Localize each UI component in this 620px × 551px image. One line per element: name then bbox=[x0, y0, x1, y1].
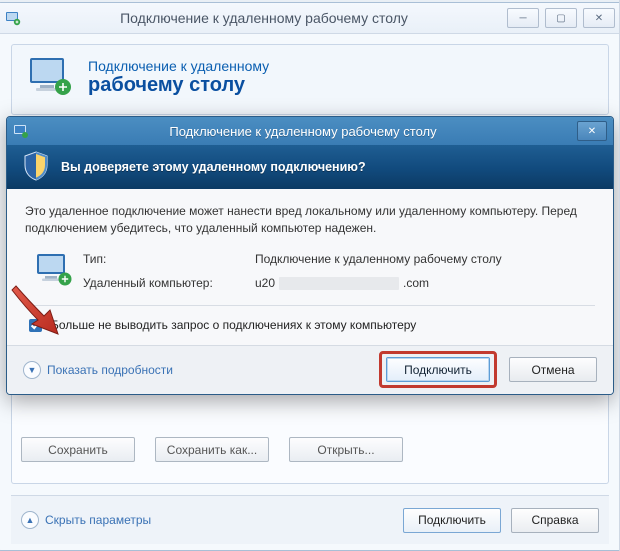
separator bbox=[25, 305, 595, 306]
maximize-button[interactable]: ▢ bbox=[545, 8, 577, 28]
dont-ask-again-checkbox[interactable] bbox=[29, 319, 42, 332]
rdc-icon bbox=[13, 123, 29, 139]
cancel-button[interactable]: Отмена bbox=[509, 357, 597, 382]
parent-file-buttons: Сохранить Сохранить как... Открыть... bbox=[21, 437, 599, 462]
dialog-banner: Вы доверяете этому удаленному подключени… bbox=[7, 145, 613, 189]
dialog-footer: ▼ Показать подробности Подключить Отмена bbox=[7, 345, 613, 394]
open-button[interactable]: Открыть... bbox=[289, 437, 403, 462]
window-controls: ─ ▢ ✕ bbox=[507, 8, 615, 28]
banner-line1: Подключение к удаленному bbox=[88, 58, 269, 74]
chevron-down-icon: ▼ bbox=[23, 361, 41, 379]
dialog-body: Это удаленное подключение может нанести … bbox=[7, 189, 613, 345]
dont-ask-again-label: Больше не выводить запрос о подключениях… bbox=[51, 318, 416, 332]
host-suffix: .com bbox=[403, 276, 429, 290]
rdc-medium-icon bbox=[34, 252, 74, 291]
hide-options-label: Скрыть параметры bbox=[45, 513, 151, 527]
type-label: Тип: bbox=[83, 252, 255, 266]
parent-help-button[interactable]: Справка bbox=[511, 508, 599, 533]
host-redacted bbox=[279, 277, 399, 290]
dialog-titlebar: Подключение к удаленному рабочему столу … bbox=[7, 117, 613, 145]
dialog-title: Подключение к удаленному рабочему столу bbox=[29, 124, 577, 139]
connect-button[interactable]: Подключить bbox=[386, 357, 490, 382]
dialog-close-button[interactable]: ✕ bbox=[577, 121, 607, 141]
parent-banner: Подключение к удаленному рабочему столу bbox=[11, 44, 609, 115]
dont-ask-again-row[interactable]: Больше не выводить запрос о подключениях… bbox=[25, 316, 595, 335]
connection-info: Тип: Подключение к удаленному рабочему с… bbox=[25, 252, 595, 291]
close-button[interactable]: ✕ bbox=[583, 8, 615, 28]
banner-line2: рабочему столу bbox=[88, 74, 269, 97]
type-value: Подключение к удаленному рабочему столу bbox=[255, 252, 502, 266]
parent-window-title: Подключение к удаленному рабочему столу bbox=[29, 10, 499, 26]
save-as-button[interactable]: Сохранить как... bbox=[155, 437, 269, 462]
hide-options-expander[interactable]: ▲ Скрыть параметры bbox=[21, 511, 151, 529]
minimize-button[interactable]: ─ bbox=[507, 8, 539, 28]
chevron-up-icon: ▲ bbox=[21, 511, 39, 529]
rdc-large-icon bbox=[26, 55, 74, 100]
dialog-banner-text: Вы доверяете этому удаленному подключени… bbox=[61, 160, 366, 174]
parent-banner-text: Подключение к удаленному рабочему столу bbox=[88, 58, 269, 97]
parent-footer: ▲ Скрыть параметры Подключить Справка bbox=[11, 495, 609, 544]
connect-highlight: Подключить bbox=[379, 351, 497, 388]
rdc-icon bbox=[5, 10, 21, 26]
host-prefix: u20 bbox=[255, 276, 275, 290]
show-details-expander[interactable]: ▼ Показать подробности bbox=[23, 361, 173, 379]
warning-text: Это удаленное подключение может нанести … bbox=[25, 203, 595, 238]
trust-dialog: Подключение к удаленному рабочему столу … bbox=[6, 116, 614, 395]
parent-titlebar: Подключение к удаленному рабочему столу … bbox=[0, 3, 620, 34]
shield-icon bbox=[23, 151, 49, 184]
parent-connect-button[interactable]: Подключить bbox=[403, 508, 501, 533]
save-button[interactable]: Сохранить bbox=[21, 437, 135, 462]
host-label: Удаленный компьютер: bbox=[83, 276, 255, 290]
host-value: u20 .com bbox=[255, 276, 502, 290]
show-details-label: Показать подробности bbox=[47, 363, 173, 377]
